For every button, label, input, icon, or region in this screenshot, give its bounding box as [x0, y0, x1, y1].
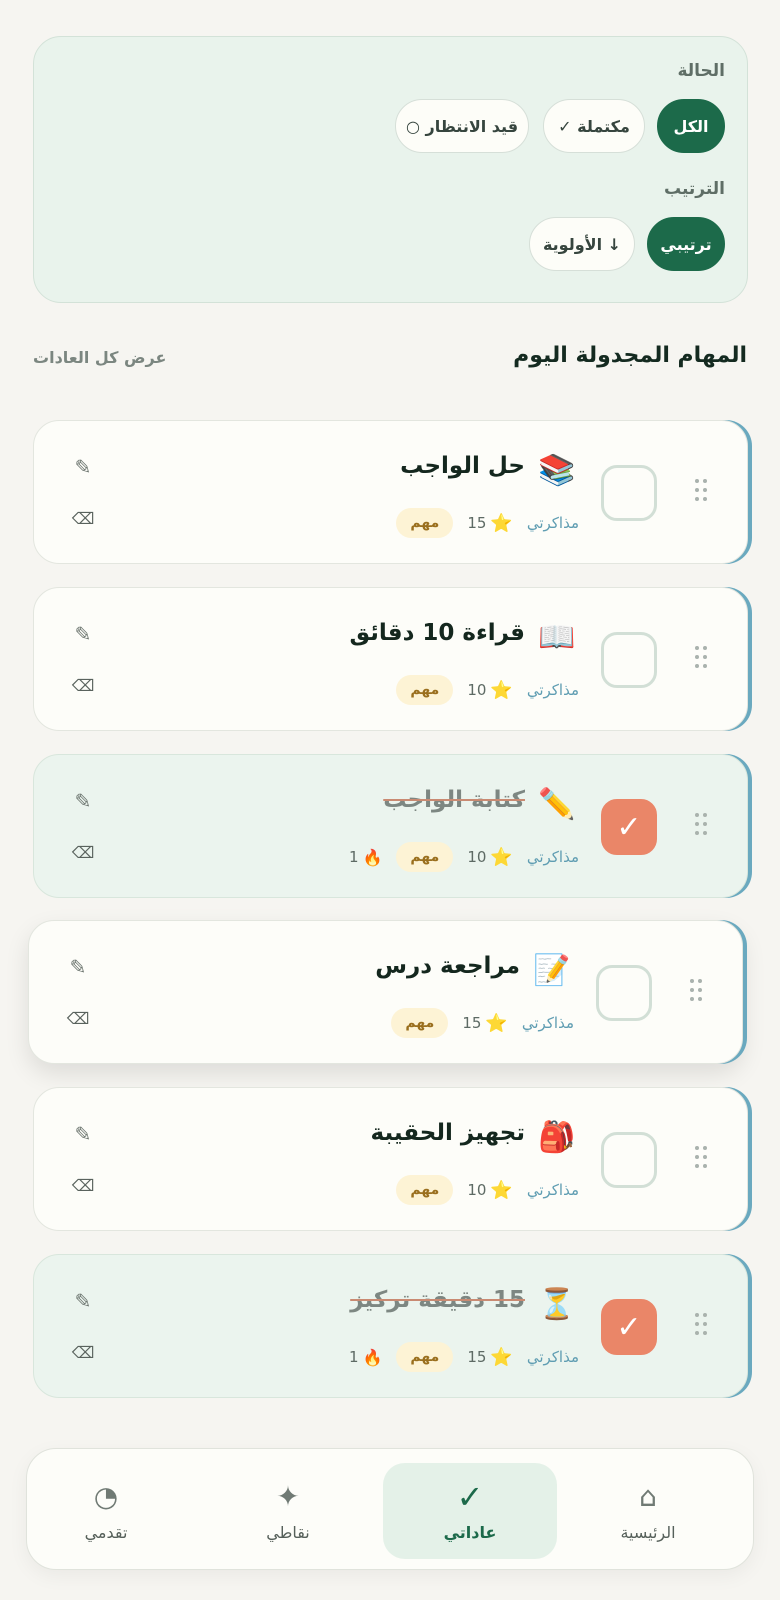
- delete-icon[interactable]: ⌫: [70, 1176, 96, 1198]
- memo-icon: 📝: [533, 953, 571, 988]
- task-title: مراجعة درس: [375, 953, 520, 979]
- priority-badge: مهم: [396, 508, 454, 538]
- task-category: مذاكرتي: [526, 514, 579, 532]
- task-category: مذاكرتي: [521, 1014, 574, 1032]
- task-checkbox[interactable]: [601, 1132, 657, 1188]
- chip-status-pending[interactable]: ○ قيد الانتظار: [395, 99, 529, 153]
- star-icon: ⭐: [490, 846, 513, 868]
- task-meta: مذاكرتي ⭐ 10 مهم: [396, 674, 579, 706]
- task-points: ⭐ 15: [467, 1346, 513, 1368]
- star-icon: ⭐: [490, 512, 513, 534]
- edit-icon[interactable]: ✎: [70, 622, 96, 648]
- priority-badge: مهم: [391, 1008, 449, 1038]
- nav-label: عاداتي: [443, 1522, 497, 1542]
- star-icon: ⭐: [490, 679, 513, 701]
- priority-badge: مهم: [396, 1175, 454, 1205]
- task-title: قراءة 10 دقائق: [349, 620, 526, 646]
- view-all-habits-link[interactable]: عرض كل العادات: [33, 348, 166, 367]
- task-points: ⭐ 10: [467, 846, 513, 868]
- drag-handle-icon[interactable]: [695, 646, 709, 672]
- priority-badge: مهم: [396, 1342, 454, 1372]
- task-checkbox[interactable]: [601, 465, 657, 521]
- backpack-icon: 🎒: [538, 1120, 576, 1155]
- task-checkbox[interactable]: ✓: [601, 799, 657, 855]
- task-category: مذاكرتي: [526, 1181, 579, 1199]
- home-icon: ⌂: [639, 1479, 657, 1513]
- priority-badge: مهم: [396, 842, 454, 872]
- task-card[interactable]: 📖 قراءة 10 دقائق مذاكرتي ⭐ 10 مهم ✎ ⌫: [33, 587, 748, 731]
- chip-status-all[interactable]: الكل: [657, 99, 725, 153]
- edit-icon[interactable]: ✎: [70, 789, 96, 815]
- task-category: مذاكرتي: [526, 681, 579, 699]
- nav-label: نقاطي: [266, 1522, 310, 1542]
- sparkle-icon: ✦: [276, 1479, 300, 1513]
- task-title: كتابة الواجب: [383, 787, 525, 813]
- task-card[interactable]: ✓ ⏳ 15 دقيقة تركيز مذاكرتي ⭐ 15 مهم 🔥 1 ✎ …: [33, 1254, 748, 1398]
- task-checkbox[interactable]: [596, 965, 652, 1021]
- books-icon: 📚: [538, 453, 576, 488]
- delete-icon[interactable]: ⌫: [70, 676, 96, 698]
- priority-badge: مهم: [396, 675, 454, 705]
- task-points: ⭐ 15: [462, 1012, 508, 1034]
- bottom-nav: ⌂ الرئيسية ✓ عاداتي ✦ نقاطي ◔ تقدمي: [26, 1448, 754, 1570]
- task-category: مذاكرتي: [526, 848, 579, 866]
- task-streak: 🔥 1: [348, 1347, 383, 1367]
- task-title: حل الواجب: [400, 453, 525, 479]
- pie-chart-icon: ◔: [93, 1479, 119, 1513]
- task-meta: مذاكرتي ⭐ 15 مهم: [396, 507, 579, 539]
- task-points: ⭐ 10: [467, 1179, 513, 1201]
- open-book-icon: 📖: [538, 620, 576, 655]
- drag-handle-icon[interactable]: [695, 1146, 709, 1172]
- sort-filter-label: الترتيب: [663, 179, 725, 199]
- status-filter-label: الحالة: [677, 61, 725, 81]
- edit-icon[interactable]: ✎: [70, 455, 96, 481]
- nav-home[interactable]: ⌂ الرئيسية: [561, 1463, 735, 1559]
- nav-label: تقدمي: [84, 1522, 128, 1542]
- pencil-icon: ✏️: [538, 787, 576, 822]
- delete-icon[interactable]: ⌫: [65, 1009, 91, 1031]
- hourglass-icon: ⏳: [538, 1287, 576, 1322]
- task-meta: مذاكرتي ⭐ 15 مهم 🔥 1: [349, 1341, 579, 1373]
- section-title: المهام المجدولة اليوم: [513, 343, 747, 368]
- task-card[interactable]: 📚 حل الواجب مذاكرتي ⭐ 15 مهم ✎ ⌫: [33, 420, 748, 564]
- task-meta: مذاكرتي ⭐ 10 مهم: [396, 1174, 579, 1206]
- nav-progress[interactable]: ◔ تقدمي: [19, 1463, 193, 1559]
- task-meta: مذاكرتي ⭐ 10 مهم 🔥 1: [349, 841, 579, 873]
- task-card[interactable]: 🎒 تجهيز الحقيبة مذاكرتي ⭐ 10 مهم ✎ ⌫: [33, 1087, 748, 1231]
- chip-sort-manual[interactable]: ترتيبي: [647, 217, 725, 271]
- star-icon: ⭐: [490, 1179, 513, 1201]
- check-icon: ✓: [456, 1477, 484, 1516]
- fire-icon: 🔥: [362, 1347, 383, 1367]
- drag-handle-icon[interactable]: [695, 479, 709, 505]
- task-points: ⭐ 15: [467, 512, 513, 534]
- task-title: تجهيز الحقيبة: [370, 1120, 525, 1146]
- chip-status-completed[interactable]: ✓ مكتملة: [543, 99, 645, 153]
- task-streak: 🔥 1: [348, 847, 383, 867]
- task-meta: مذاكرتي ⭐ 15 مهم: [391, 1007, 574, 1039]
- delete-icon[interactable]: ⌫: [70, 1343, 96, 1365]
- edit-icon[interactable]: ✎: [70, 1289, 96, 1315]
- nav-habits[interactable]: ✓ عاداتي: [383, 1463, 557, 1559]
- drag-handle-icon[interactable]: [690, 979, 704, 1005]
- delete-icon[interactable]: ⌫: [70, 509, 96, 531]
- edit-icon[interactable]: ✎: [65, 955, 91, 981]
- drag-handle-icon[interactable]: [695, 813, 709, 839]
- task-category: مذاكرتي: [526, 1348, 579, 1366]
- task-card[interactable]: ✓ ✏️ كتابة الواجب مذاكرتي ⭐ 10 مهم 🔥 1 ✎ ⌫: [33, 754, 748, 898]
- task-points: ⭐ 10: [467, 679, 513, 701]
- delete-icon[interactable]: ⌫: [70, 843, 96, 865]
- task-checkbox[interactable]: ✓: [601, 1299, 657, 1355]
- task-card[interactable]: 📝 مراجعة درس مذاكرتي ⭐ 15 مهم ✎ ⌫: [28, 920, 743, 1064]
- edit-icon[interactable]: ✎: [70, 1122, 96, 1148]
- drag-handle-icon[interactable]: [695, 1313, 709, 1339]
- nav-label: الرئيسية: [620, 1522, 676, 1542]
- task-title: 15 دقيقة تركيز: [350, 1287, 525, 1313]
- star-icon: ⭐: [485, 1012, 508, 1034]
- star-icon: ⭐: [490, 1346, 513, 1368]
- task-checkbox[interactable]: [601, 632, 657, 688]
- nav-points[interactable]: ✦ نقاطي: [201, 1463, 375, 1559]
- fire-icon: 🔥: [362, 847, 383, 867]
- filter-panel: الحالة الكل ✓ مكتملة ○ قيد الانتظار التر…: [33, 36, 748, 303]
- chip-sort-priority[interactable]: الأولوية ↓: [529, 217, 635, 271]
